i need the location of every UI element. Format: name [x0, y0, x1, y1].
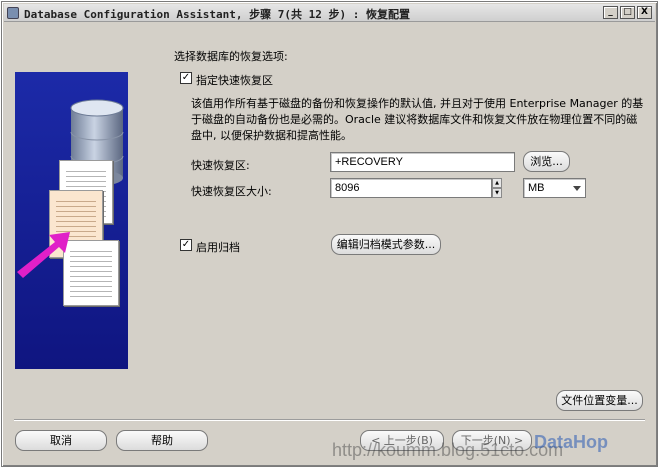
- spin-down-icon[interactable]: ▼: [492, 188, 502, 198]
- cancel-button[interactable]: 取消: [15, 430, 107, 451]
- illustration-panel: [15, 72, 128, 369]
- footer-divider: [14, 419, 645, 421]
- recovery-size-input[interactable]: 8096: [330, 178, 492, 198]
- archive-checkbox[interactable]: ✓: [180, 239, 192, 251]
- close-button[interactable]: X: [637, 6, 652, 19]
- section-heading: 选择数据库的恢复选项:: [174, 50, 288, 63]
- title-bar[interactable]: Database Configuration Assistant, 步骤 7(共…: [4, 4, 655, 22]
- size-unit-select[interactable]: MB: [523, 178, 586, 198]
- flash-recovery-checkbox-label: 指定快速恢复区: [196, 74, 273, 87]
- recovery-size-label: 快速恢复区大小:: [191, 185, 272, 198]
- spin-up-icon[interactable]: ▲: [492, 178, 502, 188]
- recovery-area-input[interactable]: +RECOVERY: [330, 152, 515, 172]
- edit-archive-params-button[interactable]: 编辑归档模式参数...: [331, 234, 441, 255]
- chevron-down-icon: [573, 186, 581, 191]
- size-unit-value: MB: [528, 182, 545, 194]
- file-location-variables-button[interactable]: 文件位置变量...: [556, 390, 643, 411]
- app-icon: [7, 7, 19, 19]
- browse-button[interactable]: 浏览...: [523, 151, 570, 172]
- dialog-window: Database Configuration Assistant, 步骤 7(共…: [1, 1, 658, 467]
- recovery-area-label: 快速恢复区:: [191, 159, 250, 172]
- archive-checkbox-label: 启用归档: [196, 241, 240, 254]
- minimize-button[interactable]: _: [603, 6, 618, 19]
- watermark-brand: DataHop: [534, 432, 609, 452]
- window-title: Database Configuration Assistant, 步骤 7(共…: [24, 8, 411, 21]
- pink-arrow-icon: [17, 232, 70, 278]
- flash-recovery-description: 该值用作所有基于磁盘的备份和恢复操作的默认值, 并且对于使用 Enterpris…: [191, 97, 644, 142]
- help-button[interactable]: 帮助: [116, 430, 208, 451]
- watermark-url: http://koumm.blog.51cto.com: [332, 440, 564, 460]
- flash-recovery-checkbox[interactable]: ✓: [180, 72, 192, 84]
- maximize-button[interactable]: □: [620, 6, 635, 19]
